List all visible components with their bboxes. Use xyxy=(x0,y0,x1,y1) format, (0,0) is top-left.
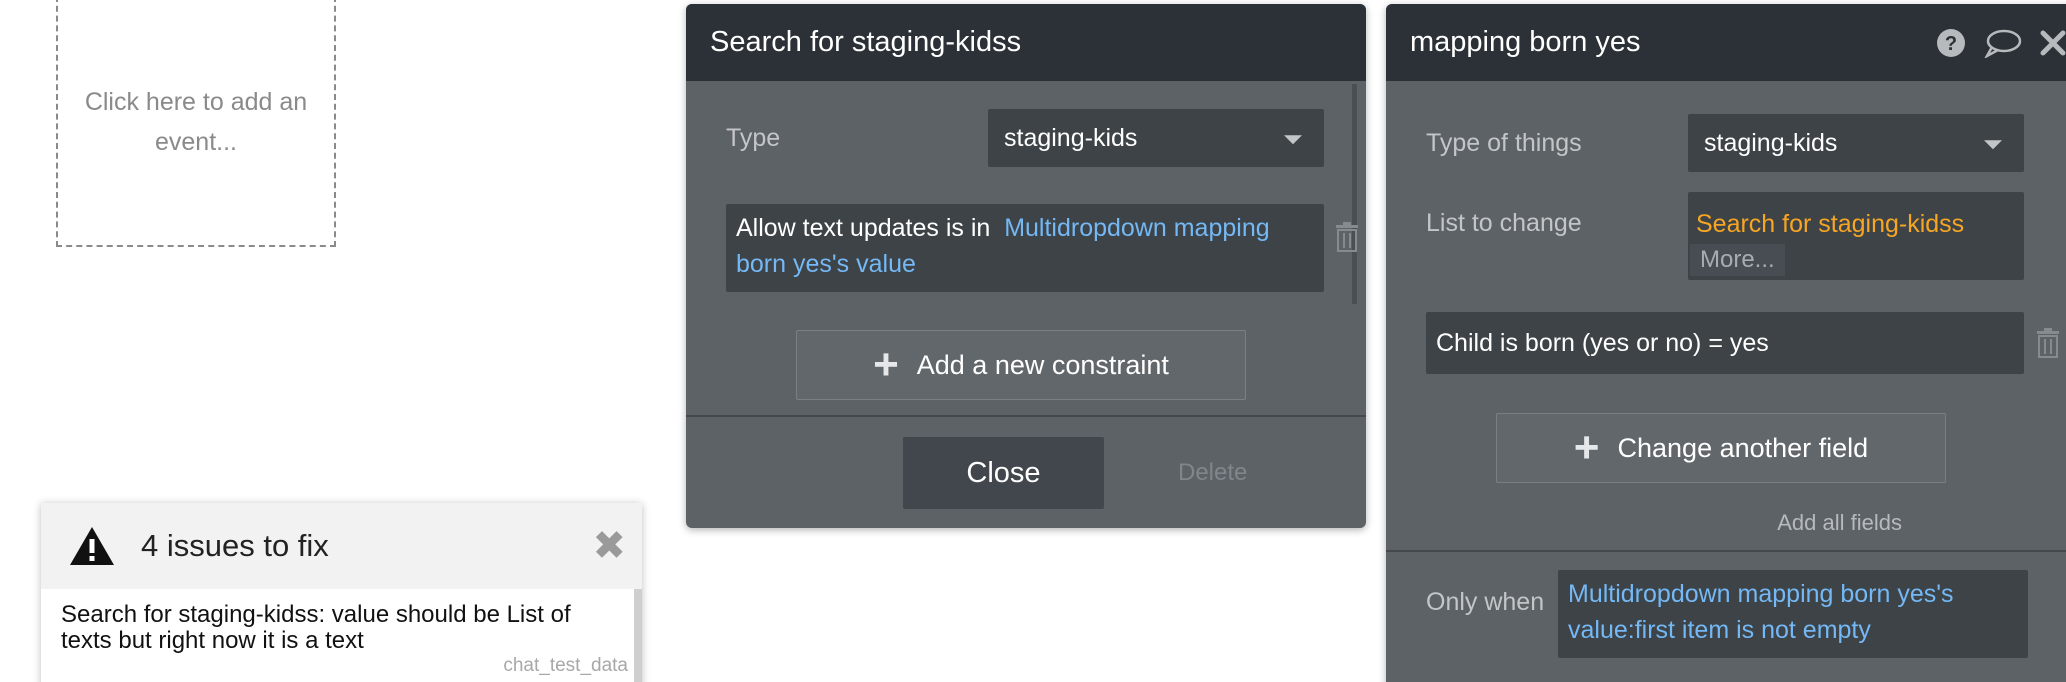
only-when-field[interactable]: Multidropdown mapping born yes's value:f… xyxy=(1558,570,2028,658)
add-constraint-label: Add a new constraint xyxy=(916,349,1169,380)
field-change-text: Child is born (yes or no) = yes xyxy=(1436,329,1769,357)
constraint-prefix: Allow text updates is in xyxy=(736,214,991,242)
issue-text: Search for staging-kidss: value should b… xyxy=(61,601,571,654)
list-to-change-label: List to change xyxy=(1426,209,1582,237)
type-dropdown-value: staging-kids xyxy=(1004,123,1138,152)
change-another-field-button[interactable]: + Change another field xyxy=(1496,413,1946,483)
plus-icon: + xyxy=(1573,423,1600,472)
type-label: Type xyxy=(726,124,781,152)
panel-divider xyxy=(1386,550,2066,552)
list-to-change-value[interactable]: Search for staging-kidss xyxy=(1696,210,1964,239)
panel-divider xyxy=(686,415,1366,417)
search-panel-title: Search for staging-kidss xyxy=(686,4,1366,81)
type-of-things-dropdown[interactable]: staging-kids xyxy=(1688,114,2024,172)
more-button[interactable]: More... xyxy=(1690,244,1785,276)
help-icon[interactable]: ? xyxy=(1936,28,1966,58)
issue-item[interactable]: Search for staging-kidss: value should b… xyxy=(41,589,642,677)
close-icon[interactable] xyxy=(2040,30,2066,56)
type-dropdown[interactable]: staging-kids xyxy=(988,109,1324,167)
plus-icon: + xyxy=(873,340,899,389)
field-change-row[interactable]: Child is born (yes or no) = yes xyxy=(1426,312,2024,374)
warning-icon xyxy=(70,527,114,565)
trash-icon[interactable] xyxy=(1335,222,1359,252)
delete-button[interactable]: Delete xyxy=(1178,459,1247,487)
issues-scrollbar[interactable] xyxy=(634,589,642,682)
list-to-change-field[interactable]: Search for staging-kidss More... xyxy=(1688,192,2024,280)
chevron-down-icon xyxy=(1984,140,2002,150)
comment-icon[interactable] xyxy=(1984,28,2022,58)
only-when-label: Only when xyxy=(1426,588,1545,616)
type-of-things-value: staging-kids xyxy=(1704,128,1838,157)
mapping-editor-panel: mapping born yes ? Type of things stagin… xyxy=(1386,4,2066,682)
only-when-value[interactable]: Multidropdown mapping born yes's value:f… xyxy=(1568,580,1954,644)
add-constraint-button[interactable]: + Add a new constraint xyxy=(796,330,1246,400)
search-editor-panel: Search for staging-kidss Type staging-ki… xyxy=(686,4,1366,528)
constraint-row[interactable]: Allow text updates is in Multidropdown m… xyxy=(726,204,1324,292)
issue-source: chat_test_data xyxy=(503,655,628,676)
issues-panel: 4 issues to fix ✖ Search for staging-kid… xyxy=(41,503,642,682)
search-panel-scrollbar[interactable] xyxy=(1352,84,1357,304)
svg-text:?: ? xyxy=(1945,33,1957,55)
type-of-things-label: Type of things xyxy=(1426,129,1582,157)
header-icons: ? xyxy=(1936,4,2066,81)
mapping-panel-header: mapping born yes ? xyxy=(1386,4,2066,81)
add-event-placeholder[interactable]: Click here to add an event... xyxy=(56,0,336,247)
mapping-panel-title: mapping born yes xyxy=(1410,26,1641,58)
chevron-down-icon xyxy=(1284,135,1302,145)
add-all-fields-link[interactable]: Add all fields xyxy=(1777,510,1902,536)
change-another-field-label: Change another field xyxy=(1617,432,1869,463)
close-icon[interactable]: ✖ xyxy=(592,523,626,569)
add-event-text: Click here to add an event... xyxy=(84,87,308,156)
close-button[interactable]: Close xyxy=(903,437,1104,509)
trash-icon[interactable] xyxy=(2036,328,2060,358)
issues-header: 4 issues to fix ✖ xyxy=(41,503,642,589)
issues-title: 4 issues to fix xyxy=(141,528,329,563)
